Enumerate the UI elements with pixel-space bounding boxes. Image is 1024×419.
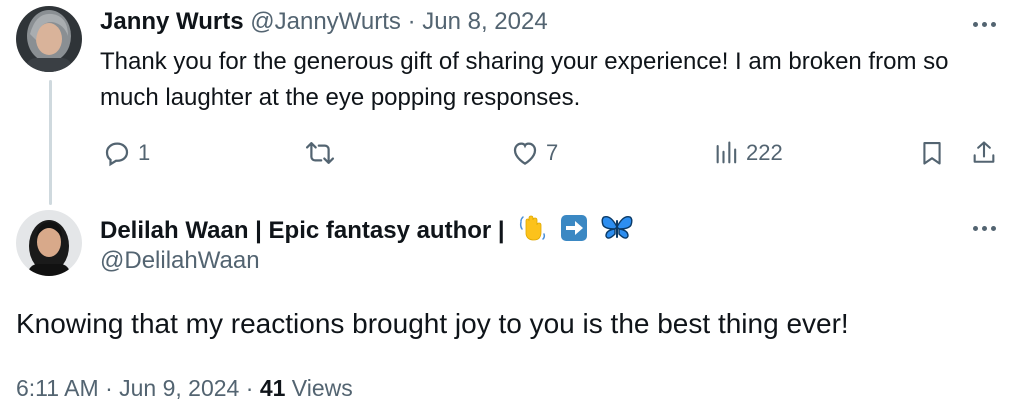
waving-hand-icon (517, 212, 547, 250)
more-dot-icon (990, 21, 996, 27)
views-count: 41 (259, 375, 286, 401)
more-dot-icon (972, 21, 978, 27)
main-more-options-button[interactable] (970, 218, 998, 238)
bookmark-icon (923, 142, 941, 165)
main-author-name[interactable]: Delilah Waan | Epic fantasy author | (100, 217, 505, 244)
share-button[interactable] (970, 138, 998, 168)
more-dot-icon (972, 225, 978, 231)
reply-author-handle[interactable]: @JannyWurts (250, 8, 401, 35)
tweet-date[interactable]: Jun 9, 2024 (119, 375, 239, 401)
bookmark-button[interactable] (918, 138, 946, 168)
view-count: 222 (746, 140, 783, 165)
heart-icon (513, 142, 537, 165)
more-dot-icon (981, 21, 987, 27)
main-header: Delilah Waan | Epic fantasy author | (100, 212, 633, 250)
tweet-time[interactable]: 6:11 AM (16, 375, 99, 401)
reply-count: 1 (138, 140, 151, 165)
retweet-icon (305, 142, 335, 164)
reply-more-options-button[interactable] (970, 14, 998, 34)
main-author-handle[interactable]: @DelilahWaan (100, 246, 260, 276)
views-label: Views (291, 375, 353, 401)
more-dot-icon (990, 225, 996, 231)
meta-separator: · (105, 375, 113, 401)
butterfly-icon (601, 214, 633, 250)
meta-separator: · (245, 375, 254, 401)
like-button[interactable]: 7 (510, 138, 558, 168)
reply-bubble-icon (105, 142, 129, 167)
reply-text: Thank you for the generous gift of shari… (100, 48, 949, 111)
reply-action-bar: 1 7 222 (0, 136, 1024, 170)
right-arrow-icon (560, 214, 588, 250)
reply-author-name[interactable]: Janny Wurts (100, 8, 244, 35)
reply-date-separator: · (407, 8, 416, 35)
main-author-avatar[interactable] (16, 210, 82, 276)
views-button[interactable]: 222 (714, 139, 783, 167)
main-tweet-text: Knowing that my reactions brought joy to… (16, 308, 849, 339)
reply-button[interactable]: 1 (102, 138, 150, 168)
reply-date[interactable]: Jun 8, 2024 (422, 8, 547, 35)
tweet-metadata: 6:11 AM · Jun 9, 2024 · 41 Views (16, 372, 353, 404)
like-count: 7 (546, 140, 559, 165)
bar-chart-icon (716, 141, 737, 164)
share-icon (973, 141, 995, 163)
retweet-button[interactable] (304, 138, 336, 168)
more-dot-icon (981, 225, 987, 231)
reply-author-avatar[interactable] (16, 6, 82, 72)
reply-header: Janny Wurts @JannyWurts · Jun 8, 2024 (100, 7, 548, 37)
